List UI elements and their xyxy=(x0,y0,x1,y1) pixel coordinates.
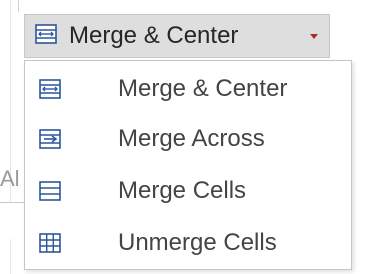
chevron-down-icon xyxy=(310,33,318,39)
menu-item-merge-center[interactable]: Merge & Center xyxy=(25,67,351,111)
unmerge-cells-icon xyxy=(39,232,61,254)
menu-item-label: Unmerge Cells xyxy=(118,229,277,256)
merge-center-button-label: Merge & Center xyxy=(69,22,239,49)
menu-item-label: Merge Across xyxy=(118,125,265,152)
excel-ribbon-area: Al Merge & Center Merge & Center Merge A… xyxy=(0,0,375,274)
merge-center-split-button[interactable]: Merge & Center xyxy=(24,14,330,58)
merge-center-dropdown-arrow[interactable] xyxy=(299,15,329,57)
menu-item-label: Merge & Center xyxy=(118,75,288,102)
ribbon-divider xyxy=(18,0,19,12)
merge-center-icon xyxy=(39,78,61,100)
menu-item-merge-across[interactable]: Merge Across xyxy=(25,117,351,161)
merge-cells-icon xyxy=(39,180,61,202)
menu-item-merge-cells[interactable]: Merge Cells xyxy=(25,169,351,213)
merge-center-icon xyxy=(35,23,57,49)
merge-center-button[interactable]: Merge & Center xyxy=(25,15,299,57)
menu-item-unmerge-cells[interactable]: Unmerge Cells xyxy=(25,221,351,265)
merge-dropdown-menu: Merge & Center Merge Across Merge Cells … xyxy=(24,60,352,270)
merge-across-icon xyxy=(39,128,61,150)
menu-item-label: Merge Cells xyxy=(118,177,247,204)
